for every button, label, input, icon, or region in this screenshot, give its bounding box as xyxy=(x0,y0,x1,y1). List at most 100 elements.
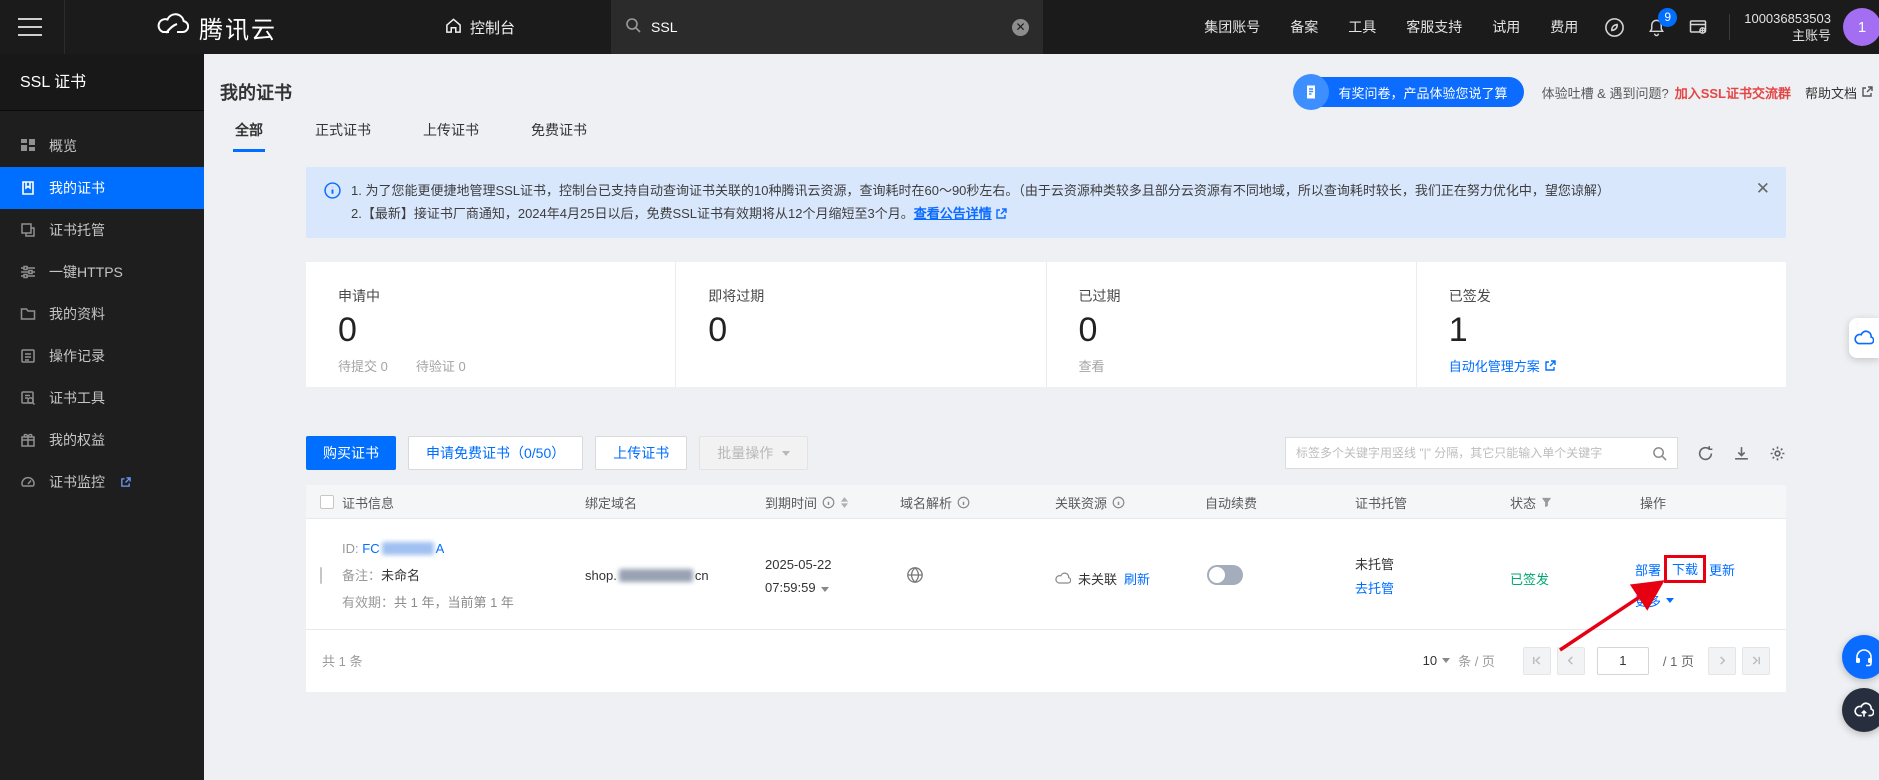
download-list-icon[interactable] xyxy=(1733,445,1750,462)
buy-certificate-button[interactable]: 购买证书 xyxy=(306,436,396,470)
download-link[interactable]: 下载 xyxy=(1672,562,1698,577)
floating-support-widget[interactable] xyxy=(1842,635,1879,679)
sidebar-item-cert-monitor[interactable]: 证书监控 xyxy=(0,461,204,503)
stat-expiring-value: 0 xyxy=(708,310,1045,350)
console-link[interactable]: 控制台 xyxy=(445,17,515,38)
global-search-input[interactable] xyxy=(651,19,1012,35)
clear-search-icon[interactable]: ✕ xyxy=(1012,19,1029,36)
sidebar-item-overview[interactable]: 概览 xyxy=(0,125,204,167)
keyword-search-input[interactable] xyxy=(1296,446,1652,460)
go-hosting-link[interactable]: 去托管 xyxy=(1355,577,1394,601)
sidebar-item-operation-log[interactable]: 操作记录 xyxy=(0,335,204,377)
notice-line-1: 1. 为了您能更便捷地管理SSL证书，控制台已支持自动查询证书关联的10种腾讯云… xyxy=(351,179,1738,202)
refresh-icon[interactable] xyxy=(1697,445,1714,462)
sidebar-title: SSL 证书 xyxy=(0,54,204,111)
certificates-table: 证书信息 绑定域名 到期时间 域名解析 关联资源 自 xyxy=(306,485,1786,692)
dns-resolve-cell[interactable] xyxy=(906,566,924,587)
more-actions-link[interactable]: 更多 xyxy=(1635,591,1661,610)
notifications-bell-icon[interactable]: 9 xyxy=(1636,18,1677,37)
total-count: 共 1 条 xyxy=(322,651,362,670)
batch-operation-button[interactable]: 批量操作 xyxy=(699,436,808,470)
apply-free-certificate-button[interactable]: 申请免费证书（0/50） xyxy=(408,436,583,470)
upload-certificate-button[interactable]: 上传证书 xyxy=(595,436,687,470)
sidebar-item-cert-tools[interactable]: 证书工具 xyxy=(0,377,204,419)
filter-icon[interactable] xyxy=(1541,497,1552,508)
select-all-checkbox[interactable] xyxy=(320,495,334,509)
refresh-resource-link[interactable]: 刷新 xyxy=(1124,569,1150,588)
nav-billing[interactable]: 费用 xyxy=(1535,17,1593,37)
tab-free-certs[interactable]: 免费证书 xyxy=(529,112,589,152)
row-checkbox[interactable] xyxy=(320,567,322,584)
search-icon[interactable] xyxy=(1652,446,1667,461)
survey-doc-icon xyxy=(1293,74,1329,110)
sliders-icon xyxy=(20,264,36,280)
chevron-down-icon[interactable] xyxy=(821,587,829,592)
column-settings-icon[interactable] xyxy=(1769,445,1786,462)
help-doc-link[interactable]: 帮助文档 xyxy=(1805,83,1873,102)
redacted-id xyxy=(382,542,434,555)
feedback-icon[interactable] xyxy=(1593,17,1636,38)
external-link-icon xyxy=(1544,360,1556,372)
nav-tools[interactable]: 工具 xyxy=(1333,17,1391,37)
view-link[interactable]: 查看 xyxy=(1079,356,1105,375)
info-icon xyxy=(324,182,341,225)
hosting-cell: 未托管 去托管 xyxy=(1355,553,1394,601)
current-page-input[interactable] xyxy=(1597,647,1649,675)
topbar-right: 集团账号 备案 工具 客服支持 试用 费用 9 100036853503 主账号… xyxy=(1189,8,1879,46)
stat-issued: 已签发 1 自动化管理方案 xyxy=(1417,262,1786,387)
folder-icon xyxy=(20,306,36,322)
last-page-button[interactable] xyxy=(1742,647,1770,675)
stat-expired-value: 0 xyxy=(1079,310,1416,350)
automation-plan-link[interactable]: 自动化管理方案 xyxy=(1449,356,1786,375)
sort-icon[interactable] xyxy=(840,496,849,509)
expire-time-cell: 2025-05-22 07:59:59 xyxy=(765,553,832,599)
page-size-select[interactable]: 10 xyxy=(1423,653,1450,668)
deploy-link[interactable]: 部署 xyxy=(1635,560,1661,579)
tab-uploaded-certs[interactable]: 上传证书 xyxy=(421,112,481,152)
nav-trial[interactable]: 试用 xyxy=(1477,17,1535,37)
first-page-button[interactable] xyxy=(1523,647,1551,675)
sidebar-item-my-certificates[interactable]: 我的证书 xyxy=(0,167,204,209)
download-highlight-box: 下载 xyxy=(1664,555,1706,583)
announcement-link[interactable]: 查看公告详情 xyxy=(914,206,992,221)
external-link-icon xyxy=(120,477,131,488)
nav-icp[interactable]: 备案 xyxy=(1275,17,1333,37)
avatar[interactable]: 1 xyxy=(1843,8,1879,46)
close-icon[interactable]: ✕ xyxy=(1756,179,1770,225)
survey-banner-button[interactable]: 有奖问卷，产品体验您说了算 xyxy=(1295,77,1524,107)
sidebar-item-my-benefits[interactable]: 我的权益 xyxy=(0,419,204,461)
sidebar-item-one-click-https[interactable]: 一键HTTPS xyxy=(0,251,204,293)
stat-applying: 申请中 0 待提交 0 待验证 0 xyxy=(306,262,676,387)
stat-sub-pending-verify[interactable]: 待验证 0 xyxy=(416,356,466,375)
top-navbar: 腾讯云 控制台 ✕ 集团账号 备案 工具 客服支持 试用 费用 xyxy=(0,0,1879,54)
floating-docs-widget[interactable] xyxy=(1849,318,1879,358)
tab-paid-certs[interactable]: 正式证书 xyxy=(313,112,373,152)
update-link[interactable]: 更新 xyxy=(1709,560,1735,579)
external-link-icon xyxy=(1861,86,1873,98)
cloud-icon xyxy=(1854,330,1874,346)
divider xyxy=(64,0,65,54)
nav-group-account[interactable]: 集团账号 xyxy=(1189,17,1275,37)
nav-support[interactable]: 客服支持 xyxy=(1391,17,1477,37)
hamburger-menu-icon[interactable] xyxy=(18,18,42,36)
next-page-button[interactable] xyxy=(1708,647,1736,675)
total-pages-label: / 1 页 xyxy=(1663,651,1694,670)
chevron-down-icon xyxy=(782,451,790,456)
info-icon[interactable] xyxy=(957,496,970,509)
floating-cloud-widget[interactable] xyxy=(1842,688,1879,732)
notice-line-2: 2.【最新】接证书厂商通知，2024年4月25日以后，免费SSL证书有效期将从1… xyxy=(351,202,1738,225)
console-manage-icon[interactable] xyxy=(1677,17,1719,37)
stat-sub-pending-submit[interactable]: 待提交 0 xyxy=(338,356,388,375)
sidebar-item-cert-hosting[interactable]: 证书托管 xyxy=(0,209,204,251)
tencent-cloud-logo[interactable]: 腾讯云 xyxy=(155,10,277,45)
info-icon[interactable] xyxy=(1112,496,1125,509)
prev-page-button[interactable] xyxy=(1557,647,1585,675)
info-icon[interactable] xyxy=(822,496,835,509)
tab-all[interactable]: 全部 xyxy=(233,112,265,152)
join-group-link[interactable]: 加入SSL证书交流群 xyxy=(1675,83,1791,102)
keyword-search-box xyxy=(1285,437,1678,469)
auto-renew-toggle[interactable] xyxy=(1207,565,1243,585)
cert-id[interactable]: ID: FCA xyxy=(342,535,514,562)
account-info[interactable]: 100036853503 主账号 xyxy=(1744,10,1831,44)
sidebar-item-my-profile[interactable]: 我的资料 xyxy=(0,293,204,335)
